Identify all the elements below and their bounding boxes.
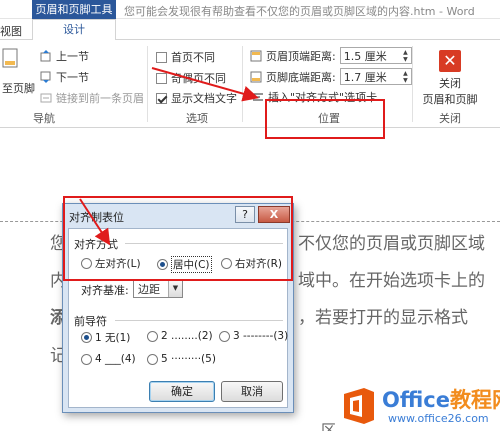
alignment-base-label: 对齐基准: <box>81 284 129 297</box>
office-logo-icon <box>344 388 374 424</box>
prev-section-icon <box>40 50 51 62</box>
watermark-url: www.office26.com <box>388 412 489 425</box>
show-document-text-checkbox[interactable]: 显示文档文字 <box>156 90 237 106</box>
site-watermark: Office教程网 www.office26.com <box>322 382 500 431</box>
link-icon <box>40 93 52 103</box>
spinner-arrows-icon[interactable]: ▲ ▼ <box>403 70 408 84</box>
document-title: 您可能会发现很有帮助查看不仅您的页眉或页脚区域的内容.htm - Word <box>124 5 475 18</box>
link-to-previous-button[interactable]: 链接到前一条页眉 <box>40 90 144 106</box>
tab-view[interactable]: 视图 <box>0 23 22 39</box>
doc-text-line1-end: 不仅您的页眉或页脚区域 <box>298 234 485 254</box>
context-tab-header: 页眉和页脚工具 <box>32 0 116 19</box>
first-page-different-checkbox[interactable]: 首页不同 <box>156 49 215 65</box>
annotation-box-insert-tab <box>265 99 385 139</box>
next-section-button[interactable]: 下一节 <box>40 69 89 85</box>
radio-button <box>219 330 230 342</box>
doc-text-line3-end: ，若要打开的显示格式 <box>298 308 468 328</box>
spinner-arrows-icon[interactable]: ▲ ▼ <box>403 49 408 63</box>
tab-design[interactable]: 设计 <box>32 19 116 41</box>
goto-footer-button[interactable]: 至页脚 <box>2 48 35 96</box>
leader-middle-dots-radio[interactable]: 5 ·········(5) <box>147 353 216 365</box>
radio-button <box>147 353 158 365</box>
footer-bottom-distance: 页脚底端距离: 1.7 厘米 ▲ ▼ <box>250 68 412 85</box>
radio-button <box>81 353 92 365</box>
radio-button-selected <box>81 332 92 343</box>
dropdown-arrow-icon: ▼ <box>168 280 182 297</box>
ribbon-tabs: 视图 设计 <box>0 19 500 41</box>
title-bar: 页眉和页脚工具 您可能会发现很有帮助查看不仅您的页眉或页脚区域的内容.htm -… <box>0 0 500 19</box>
next-section-icon <box>40 71 51 83</box>
watermark-brand: Office教程网 <box>382 388 500 412</box>
page-icon <box>2 48 18 68</box>
prev-section-button[interactable]: 上一节 <box>40 48 89 64</box>
leader-dots-radio[interactable]: 2 ........(2) <box>147 330 213 342</box>
annotation-box-alignment <box>63 196 293 281</box>
checkbox-box <box>156 51 167 63</box>
odd-even-different-checkbox[interactable]: 奇偶页不同 <box>156 70 226 86</box>
footer-distance-spinner[interactable]: 1.7 厘米 ▲ ▼ <box>339 68 412 85</box>
close-header-footer-button[interactable]: ✕ 关闭 页眉和页脚 <box>418 50 482 107</box>
header-position-icon <box>250 50 262 61</box>
group-label-close: 关闭 <box>439 112 461 125</box>
group-divider <box>412 46 413 122</box>
radio-button <box>147 330 158 342</box>
header-top-distance: 页眉顶端距离: 1.5 厘米 ▲ ▼ <box>250 47 412 64</box>
header-distance-spinner[interactable]: 1.5 厘米 ▲ ▼ <box>339 47 412 64</box>
ribbon-panel: 至页脚 上一节 下一节 链接到前一条页眉 导航 首页不同 奇偶页不同 显示文档文… <box>0 40 500 128</box>
leader-none-radio[interactable]: 1 无(1) <box>81 330 130 345</box>
section-divider <box>115 320 283 321</box>
leader-section-label: 前导符 <box>74 315 107 328</box>
group-divider <box>147 46 148 122</box>
alignment-base-select[interactable]: 边距 ▼ <box>133 279 183 298</box>
group-label-navigation: 导航 <box>33 112 55 125</box>
alignment-tab-icon <box>253 93 263 101</box>
leader-dashes-radio[interactable]: 3 --------(3) <box>219 330 288 342</box>
group-divider <box>242 46 243 122</box>
checkbox-box-checked <box>156 92 167 104</box>
close-icon: ✕ <box>439 50 461 72</box>
group-label-options: 选项 <box>186 112 208 125</box>
doc-text-line2-end: 域中。在开始选项卡上的 <box>298 271 485 291</box>
checkbox-box <box>156 72 167 84</box>
ok-button[interactable]: 确定 <box>149 381 215 402</box>
leader-underline-radio[interactable]: 4 ___(4) <box>81 353 136 365</box>
cancel-button[interactable]: 取消 <box>221 381 283 402</box>
footer-position-icon <box>250 71 262 82</box>
